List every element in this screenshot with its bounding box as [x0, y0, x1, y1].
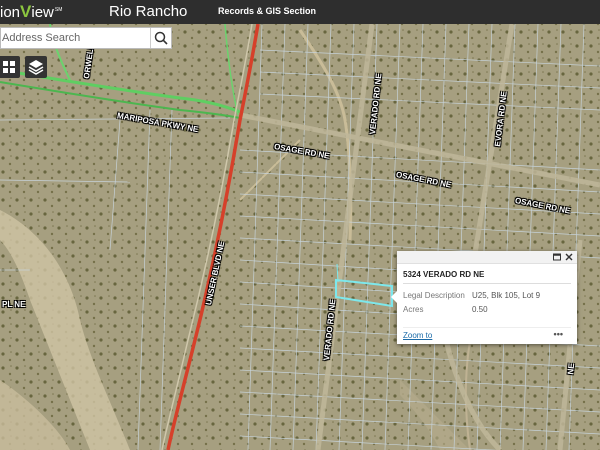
- popup-pointer: [391, 291, 397, 303]
- app-header: ionViewSM Rio Rancho Records & GIS Secti…: [0, 0, 600, 24]
- logo-text-prefix: ion: [0, 4, 21, 21]
- map-view[interactable]: ORWELL RD MARIPOSA PKWY NE OSAGE RD NE O…: [0, 24, 600, 450]
- maximize-icon[interactable]: [552, 252, 562, 262]
- grid-icon: [3, 61, 15, 73]
- popup-titlebar: [397, 251, 577, 264]
- search-icon: [154, 31, 168, 45]
- road-label-pl: PL NE: [2, 300, 26, 309]
- popup-footer-divider: [403, 327, 571, 328]
- parcel-popup: 5324 VERADO RD NE Legal Description U25,…: [391, 251, 577, 344]
- layer-list-button[interactable]: [25, 56, 47, 78]
- popup-title: 5324 VERADO RD NE: [403, 270, 485, 279]
- address-search: [0, 27, 172, 49]
- zoom-to-link[interactable]: Zoom to: [403, 331, 432, 340]
- logo-text-suffix: iew: [31, 4, 54, 21]
- address-search-input[interactable]: [1, 28, 151, 48]
- search-button[interactable]: [150, 28, 171, 48]
- logo-v-mark: V: [20, 2, 32, 21]
- road-label-ne: NE: [566, 362, 577, 375]
- close-icon[interactable]: [564, 252, 574, 262]
- field-value-legal-description: U25, Blk 105, Lot 9: [472, 291, 541, 300]
- app-logo[interactable]: ionViewSM: [0, 2, 62, 22]
- logo-service-mark: SM: [54, 7, 63, 13]
- basemap-gallery-button[interactable]: [0, 56, 20, 78]
- field-label-legal-description: Legal Description: [403, 291, 465, 300]
- more-options-button[interactable]: •••: [554, 329, 563, 339]
- layers-icon: [28, 60, 44, 75]
- aerial-map[interactable]: [0, 24, 600, 450]
- field-label-acres: Acres: [403, 305, 424, 314]
- field-value-acres: 0.50: [472, 305, 488, 314]
- popup-divider: [403, 283, 571, 284]
- city-title: Rio Rancho: [109, 3, 188, 20]
- section-title: Records & GIS Section: [218, 6, 317, 16]
